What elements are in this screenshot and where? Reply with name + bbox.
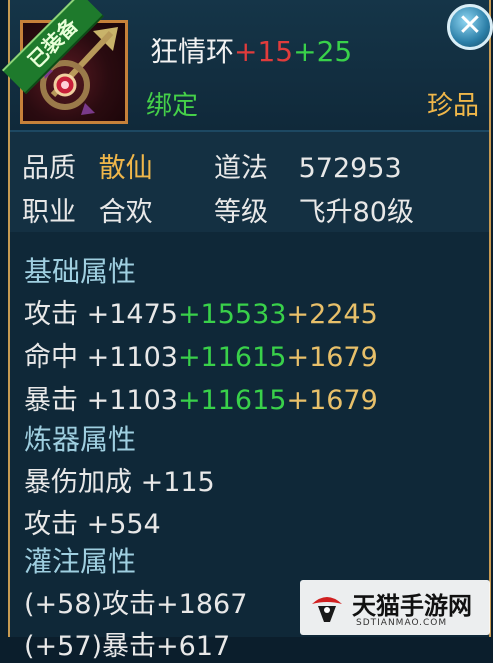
quality-label: 品质 — [22, 153, 76, 184]
base-attr-title: 基础属性 — [24, 255, 137, 288]
attr-orange: +1679 — [286, 342, 378, 373]
quality-value: 散仙 — [98, 153, 153, 184]
attr-name: 攻击 — [24, 299, 78, 330]
job-row: 职业 合欢 — [22, 190, 153, 229]
infuse-line: (+58)攻击+1867 — [24, 589, 248, 620]
item-tooltip-panel: 已装备 狂情环+15+25 绑定 珍品 ✕ 品质 散仙 道法 572953 职业… — [2, 0, 493, 662]
attr-base: +1475 — [86, 299, 178, 330]
dao-label: 道法 — [214, 153, 268, 184]
refine-line: 暴伤加成 +115 — [24, 467, 215, 498]
infuse-line: (+57)暴击+617 — [24, 631, 231, 662]
tmall-logo-icon — [312, 597, 342, 622]
attr-base: +1103 — [86, 385, 178, 416]
attr-line: 命中 +1103+11615+1679 — [24, 335, 378, 374]
attr-line: 攻击 +1475+15533+2245 — [24, 292, 378, 331]
job-label: 职业 — [22, 197, 76, 228]
attr-green: +15533 — [177, 299, 287, 330]
item-title: 狂情环+15+25 — [150, 30, 352, 70]
level-value: 飞升80级 — [298, 197, 414, 228]
refine-line: 攻击 +554 — [24, 509, 161, 540]
infuse-attr-title: 灌注属性 — [24, 545, 137, 578]
enhance-red: +15 — [234, 35, 294, 68]
watermark-text: 天猫手游网 — [352, 591, 472, 620]
item-header: 已装备 狂情环+15+25 绑定 珍品 ✕ — [2, 0, 493, 130]
site-watermark: 天猫手游网 SDTIANMAO.COM — [300, 580, 490, 635]
dao-row: 道法 572953 — [214, 146, 402, 185]
attr-name: 暴击 — [24, 385, 78, 416]
attr-orange: +1679 — [286, 385, 378, 416]
item-info: 品质 散仙 道法 572953 职业 合欢 等级 飞升80级 — [10, 130, 489, 234]
refine-attr-title: 炼器属性 — [24, 423, 137, 456]
attr-name: 命中 — [24, 342, 78, 373]
watermark-subtext: SDTIANMAO.COM — [356, 618, 448, 628]
bind-status: 绑定 — [146, 91, 199, 121]
item-name: 狂情环 — [150, 35, 235, 68]
level-label: 等级 — [214, 197, 268, 228]
attribute-list: 基础属性 攻击 +1475+15533+2245 命中 +1103+11615+… — [10, 232, 489, 662]
rarity-label: 珍品 — [426, 91, 479, 121]
close-icon[interactable]: ✕ — [447, 4, 493, 50]
level-row: 等级 飞升80级 — [214, 190, 414, 229]
attr-line: 暴击 +1103+11615+1679 — [24, 378, 378, 417]
enhance-green: +25 — [293, 35, 353, 68]
quality-row: 品质 散仙 — [22, 146, 153, 185]
dao-value: 572953 — [298, 153, 402, 184]
attr-orange: +2245 — [286, 299, 378, 330]
job-value: 合欢 — [98, 197, 153, 228]
attr-green: +11615 — [177, 342, 287, 373]
attr-base: +1103 — [86, 342, 178, 373]
attr-green: +11615 — [177, 385, 287, 416]
